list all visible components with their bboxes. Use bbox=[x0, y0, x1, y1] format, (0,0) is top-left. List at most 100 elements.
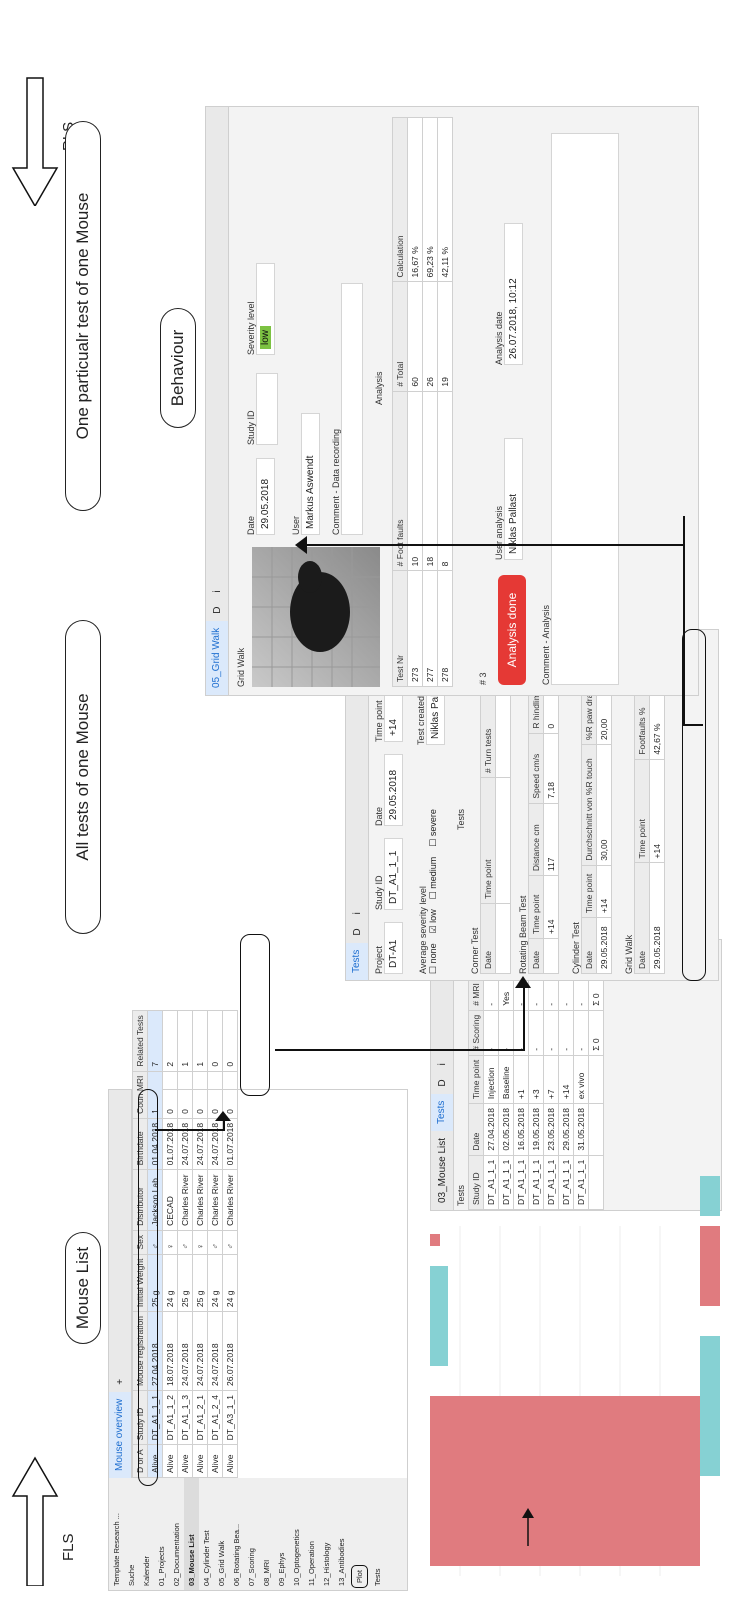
sidebar-item[interactable]: Tests bbox=[370, 1478, 385, 1590]
user-analysis-field[interactable]: Niklas Pallast bbox=[504, 438, 523, 560]
table-cell: DT_A1_1_2 bbox=[162, 1390, 178, 1445]
plot-svg bbox=[430, 1226, 700, 1576]
tab-mouse-list[interactable]: 03_Mouse List bbox=[437, 1131, 448, 1210]
sidebar-item[interactable]: 11_Operation bbox=[304, 1478, 319, 1590]
sidebar-item[interactable]: 06_Rotating Bea... bbox=[229, 1478, 244, 1590]
tab-tests[interactable]: Tests bbox=[431, 1093, 453, 1131]
tab-info[interactable]: i bbox=[212, 583, 223, 599]
table-cell: +14 bbox=[596, 865, 612, 918]
study-field[interactable]: DT_A1_1_1 bbox=[384, 838, 403, 910]
column-header: # Total bbox=[392, 282, 408, 392]
table-row[interactable]: Alive DT_A1_1_3 24.07.2018 25 g ♂ Charles Riv… bbox=[177, 1010, 193, 1478]
severity-badge: low bbox=[260, 325, 271, 349]
gw-study-field[interactable] bbox=[256, 373, 278, 445]
table-cell: DT_A3_1_1 bbox=[222, 1390, 238, 1445]
tab-info[interactable]: i bbox=[352, 905, 363, 921]
sidebar-item[interactable]: 09_Ephys bbox=[274, 1478, 289, 1590]
sidebar-item-plot[interactable]: Plot bbox=[351, 1565, 368, 1588]
table-cell: 0 bbox=[207, 1010, 223, 1072]
tab-d[interactable]: D bbox=[437, 1072, 448, 1093]
table-row[interactable]: 278 8 19 42,11 % bbox=[437, 117, 453, 687]
sidebar-item[interactable]: 05_Grid Walk bbox=[214, 1478, 229, 1590]
sidebar-item[interactable]: 12_Histology bbox=[319, 1478, 334, 1590]
table-cell: - bbox=[528, 1010, 544, 1056]
tab-d[interactable]: D bbox=[352, 921, 363, 942]
tab-d[interactable]: D bbox=[212, 600, 223, 621]
table-cell: 16.05.2018 bbox=[513, 1103, 529, 1156]
tab-grid-walk[interactable]: 05_Grid Walk bbox=[206, 620, 228, 695]
sum-cell bbox=[588, 1055, 604, 1104]
table-cell: 01.07.2018 bbox=[162, 1118, 178, 1170]
table-cell: ♂ bbox=[177, 1230, 193, 1255]
project-field[interactable]: DT-A1 bbox=[384, 922, 403, 974]
table-cell: Injection bbox=[483, 1055, 499, 1104]
fls-arrow bbox=[11, 1456, 59, 1586]
table-row[interactable]: Alive DT_A3_1_1 26.07.2018 24 g ♂ Charles Riv… bbox=[222, 1010, 238, 1478]
table-cell: 29.05.2018 bbox=[649, 862, 665, 974]
gw-user-field[interactable]: Markus Aswendt bbox=[301, 413, 320, 535]
table-cell: 0 bbox=[192, 1071, 208, 1119]
analysis-date-label: Analysis date bbox=[494, 311, 504, 365]
highlight-ring bbox=[138, 1089, 158, 1486]
table-row[interactable]: Alive DT_A1_2_4 24.07.2018 24 g ♂ Charles Riv… bbox=[207, 1010, 223, 1478]
severity-medium[interactable]: ☐ medium bbox=[428, 857, 439, 900]
column-header: Date bbox=[468, 1103, 484, 1156]
sidebar-item[interactable]: 01_Projects bbox=[154, 1478, 169, 1590]
table-cell: Alive bbox=[207, 1444, 223, 1478]
gw-date-field[interactable]: 29.05.2018 bbox=[256, 458, 275, 535]
table-cell: Charles River bbox=[177, 1169, 193, 1231]
table-cell: - bbox=[573, 1010, 589, 1056]
add-tab-button[interactable]: + bbox=[115, 1372, 126, 1392]
column-header: Speed cm/s bbox=[528, 733, 544, 804]
sidebar-item[interactable]: Template Research ... bbox=[109, 1478, 124, 1590]
tab-mouse-overview[interactable]: Mouse overview bbox=[109, 1391, 131, 1478]
all-tests-title: All tests of one Mouse bbox=[65, 620, 101, 934]
table-cell: - bbox=[573, 978, 589, 1011]
grid-walk-panel: 05_Grid Walk D i Grid Walk Date 29.05.20… bbox=[205, 106, 699, 696]
table-row[interactable]: Alive DT_A1_2_1 24.07.2018 25 g ♀ Charles Riv… bbox=[192, 1010, 208, 1478]
table-row[interactable]: Alive DT_A1_1_2 18.07.2018 24 g ♀ CECAD 01.07.… bbox=[162, 1010, 178, 1478]
date-field[interactable]: 29.05.2018 bbox=[384, 754, 403, 826]
sidebar-item[interactable]: 07_Scoring bbox=[244, 1478, 259, 1590]
analysis-date-field[interactable]: 26.07.2018, 10:12 bbox=[504, 223, 523, 365]
sidebar-item[interactable]: 10_Optogenetics bbox=[289, 1478, 304, 1590]
sidebar-item[interactable]: 08_MRI bbox=[259, 1478, 274, 1590]
table-cell: 278 bbox=[437, 570, 453, 687]
column-header: Calculation bbox=[392, 117, 408, 282]
severity-low[interactable]: ☑ low bbox=[428, 909, 439, 933]
tab-tests-detail[interactable]: Tests bbox=[346, 942, 368, 980]
table-cell: 7 bbox=[147, 1010, 163, 1072]
gw-user-label: User bbox=[291, 515, 301, 535]
table-cell: 16,67 % bbox=[407, 117, 423, 282]
table-cell: Charles River bbox=[222, 1169, 238, 1231]
table-cell: 27.04.2018 bbox=[483, 1103, 499, 1156]
sidebar-item[interactable]: Suche bbox=[124, 1478, 139, 1590]
analysis-done-button[interactable]: Analysis done bbox=[498, 575, 526, 685]
sidebar-item[interactable]: Kalender bbox=[139, 1478, 154, 1590]
sum-cell: Σ 0 bbox=[588, 1010, 604, 1056]
table-cell: 24.07.2018 bbox=[192, 1311, 208, 1391]
table-cell: +14 bbox=[558, 1055, 574, 1104]
gw-comment-field[interactable] bbox=[341, 283, 363, 535]
severity-none[interactable]: ☐ none bbox=[428, 943, 439, 974]
gw-severity-field[interactable]: low bbox=[256, 263, 275, 355]
table-cell: - bbox=[483, 978, 499, 1011]
severity-severe[interactable]: ☐ severe bbox=[428, 809, 439, 847]
table-cell: 277 bbox=[422, 570, 438, 687]
sidebar: Template Research ... Suche Kalender 01_… bbox=[109, 1477, 407, 1590]
table-cell: Charles River bbox=[192, 1169, 208, 1231]
table-row[interactable]: 273 10 60 16,67 % bbox=[407, 117, 423, 687]
comment-analysis-field[interactable] bbox=[551, 133, 619, 685]
table-cell: 24 g bbox=[162, 1254, 178, 1312]
sidebar-item[interactable]: 02_Documentation bbox=[169, 1478, 184, 1590]
sidebar-item[interactable]: 13_Antibodies bbox=[334, 1478, 349, 1590]
table-row[interactable]: 277 18 26 69,23 % bbox=[422, 117, 438, 687]
tab-info[interactable]: i bbox=[437, 1056, 448, 1072]
table-cell: 69,23 % bbox=[422, 117, 438, 282]
sidebar-item[interactable]: 03_Mouse List bbox=[184, 1478, 199, 1590]
table-cell: DT_A1_1_1 bbox=[528, 1155, 544, 1210]
sidebar-item[interactable]: 04_Cylinder Test bbox=[199, 1478, 214, 1590]
rls-arrow bbox=[11, 77, 59, 206]
tests-header: Tests bbox=[456, 808, 466, 830]
table-cell: Alive bbox=[222, 1444, 238, 1478]
